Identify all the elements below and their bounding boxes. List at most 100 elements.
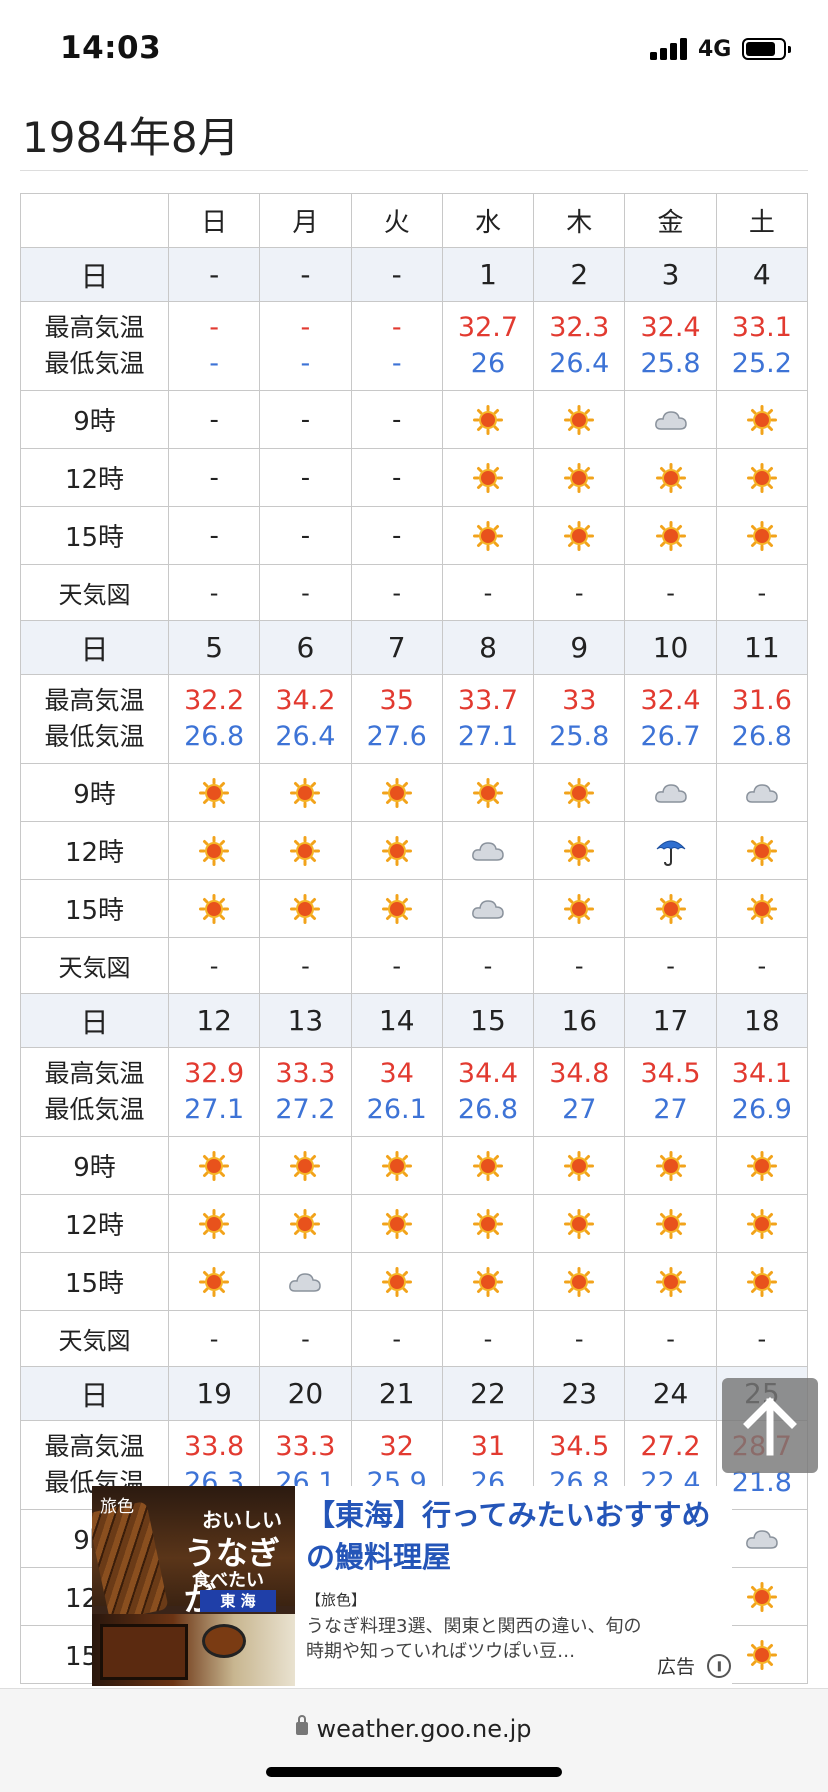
- date-cell: -: [167, 247, 261, 302]
- row-label-map: 天気図: [20, 564, 169, 621]
- sunny-icon: [564, 835, 595, 866]
- date-cell: 10: [624, 620, 717, 675]
- temperature-row: 最高気温 最低気温 - - - - - -32.7 26 32.3 26.4 32.4 25.8 33.1…: [20, 301, 809, 391]
- weather-cell: [259, 763, 352, 822]
- weather-map-cell: -: [533, 937, 626, 994]
- weekday-header: 木: [533, 193, 626, 248]
- weather-cell: [624, 821, 717, 880]
- weather-cell: [441, 821, 535, 880]
- sunny-icon: [655, 462, 686, 493]
- high-temp: 33.7: [457, 685, 519, 716]
- low-temp: 26.4: [275, 721, 336, 752]
- low-temp: 25.8: [549, 721, 610, 752]
- ad-headline[interactable]: 【東海】行ってみたいおすすめの鰻料理屋: [306, 1494, 716, 1578]
- weather-map-cell: -: [350, 1310, 443, 1367]
- row-label-day: 日: [20, 1366, 169, 1421]
- home-indicator[interactable]: [266, 1767, 562, 1777]
- high-temp: -: [300, 312, 311, 343]
- temperature-cell: 33.1 25.2: [715, 301, 809, 391]
- row-label-low: 最低気温: [44, 722, 145, 751]
- sunny-icon: [655, 520, 686, 551]
- weather-cell: -: [259, 448, 352, 507]
- temperature-cell: 32.3 26.4: [533, 301, 626, 391]
- sunny-icon: [290, 1208, 321, 1239]
- weather-map-row: 天気図 - - - - - - -: [20, 937, 809, 994]
- temperature-cell: 33.3 27.2: [259, 1047, 352, 1137]
- sunny-icon: [199, 835, 230, 866]
- cloudy-icon: [745, 784, 778, 803]
- sunny-icon: [564, 893, 595, 924]
- cloudy-icon: [745, 1530, 778, 1549]
- sunny-icon: [564, 520, 595, 551]
- sunny-icon: [746, 404, 777, 435]
- weather-cell: [715, 1252, 809, 1311]
- high-temp: 32: [379, 1431, 414, 1462]
- weekday-header: 火: [350, 193, 443, 248]
- weather-cell: -: [259, 506, 352, 565]
- weather-map-cell: -: [533, 1310, 626, 1367]
- sunny-icon: [655, 1266, 686, 1297]
- high-temp: 33.3: [275, 1058, 336, 1089]
- sunny-icon: [199, 893, 230, 924]
- temperature-cell: 32.4 26.7: [624, 674, 717, 764]
- temperature-cell: 34.8 27: [533, 1047, 626, 1137]
- weather-cell: -: [350, 506, 443, 565]
- low-temp: 26.1: [366, 1094, 427, 1125]
- weekday-header: 日: [167, 193, 261, 248]
- temperature-cell: 33 25.8: [533, 674, 626, 764]
- ad-label: 広告: [657, 1656, 696, 1678]
- weather-cell: [624, 879, 717, 938]
- high-temp: 33.1: [731, 312, 792, 343]
- sunny-icon: [472, 777, 503, 808]
- weather-map-cell: -: [259, 937, 352, 994]
- high-temp: 32.4: [640, 685, 701, 716]
- corner-cell: [20, 193, 169, 248]
- weather-cell: [441, 390, 535, 449]
- sunny-icon: [381, 1150, 412, 1181]
- weather-row-h12: 12時: [20, 1194, 809, 1253]
- temperature-cell: 32.2 26.8: [167, 674, 261, 764]
- weather-map-cell: -: [624, 937, 717, 994]
- high-temp: 32.4: [640, 312, 701, 343]
- weather-cell: [715, 506, 809, 565]
- network-type: 4G: [698, 37, 732, 62]
- weather-cell: [715, 1194, 809, 1253]
- temperature-row: 最高気温 最低気温 32.2 26.8 34.2 26.4 35 27.6 33.7 27.1 33…: [20, 674, 809, 764]
- date-row: 日 12 13 14 15 16 17 18: [20, 993, 809, 1048]
- weather-cell: [624, 1194, 717, 1253]
- low-temp: 26.9: [731, 1094, 792, 1125]
- sunny-icon: [472, 1266, 503, 1297]
- sunny-icon: [290, 777, 321, 808]
- high-temp: 31: [470, 1431, 506, 1462]
- scroll-to-top-button[interactable]: [722, 1378, 818, 1473]
- weather-row-h15: 15時 - - -: [20, 506, 809, 565]
- date-cell: 24: [624, 1366, 717, 1421]
- weather-calendar-table: 日月火水木金土日 - - -1 2 3 4 最高気温 最低気温 - - - - - -32.7 26 32.3 2…: [20, 193, 809, 1684]
- high-temp: 34.4: [457, 1058, 519, 1089]
- weather-cell: [533, 390, 626, 449]
- sunny-icon: [746, 520, 777, 551]
- row-label-9: 9時: [20, 390, 169, 449]
- high-temp: 32.2: [184, 685, 245, 716]
- ad-info-icon[interactable]: [702, 1649, 736, 1683]
- date-row: 日---1234: [20, 247, 809, 302]
- low-temp: 27.1: [184, 1094, 245, 1125]
- weather-cell: [624, 448, 717, 507]
- temperature-cell: 32.9 27.1: [167, 1047, 261, 1137]
- high-temp: 33.3: [275, 1431, 336, 1462]
- sunny-icon: [472, 404, 503, 435]
- high-temp: 33.8: [184, 1431, 245, 1462]
- high-temp: 34.8: [549, 1058, 610, 1089]
- ad-image[interactable]: 旅色 おいしい うなぎが 食べたい 東 海: [92, 1486, 295, 1686]
- weather-cell: [624, 506, 717, 565]
- weather-cell: [259, 1194, 352, 1253]
- weather-row-h9: 9時 - - -: [20, 390, 809, 449]
- temperature-cell: 34.2 26.4: [259, 674, 352, 764]
- sunny-icon: [290, 1150, 321, 1181]
- temperature-cell: 33.7 27.1: [441, 674, 535, 764]
- row-label-map: 天気図: [20, 1310, 169, 1367]
- ad-banner[interactable]: 旅色 おいしい うなぎが 食べたい 東 海 【東海】行ってみたいおすすめの鰻料理…: [92, 1486, 736, 1686]
- lock-icon: [296, 1714, 309, 1735]
- address-bar[interactable]: weather.goo.ne.jp: [0, 1714, 828, 1743]
- cloudy-icon: [289, 1273, 322, 1292]
